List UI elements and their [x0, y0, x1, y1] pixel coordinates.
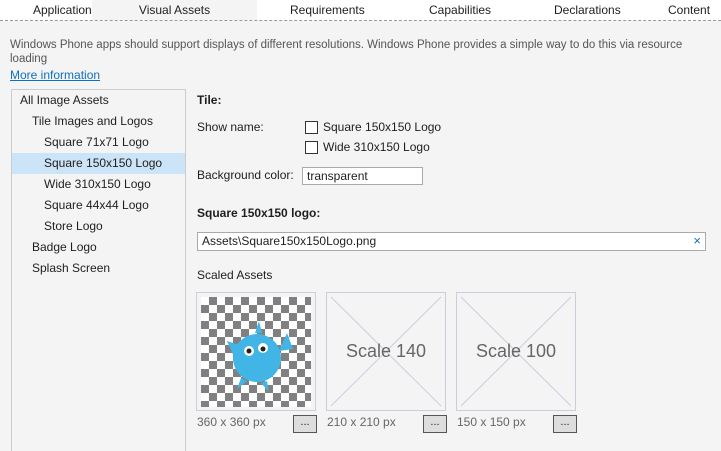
tile-heading: Tile:	[197, 93, 222, 107]
tab-declarations[interactable]: Declarations	[554, 3, 621, 17]
mascot-image	[227, 321, 293, 392]
scale-label: Scale 100	[475, 341, 557, 361]
square150-checkbox-label: Square 150x150 Logo	[323, 120, 442, 134]
asset-size-label: 150 x 150 px	[457, 415, 526, 429]
scaled-assets-heading: Scaled Assets	[197, 268, 273, 282]
asset-size-label: 210 x 210 px	[327, 415, 396, 429]
background-color-label: Background color:	[197, 168, 294, 182]
tree-item-store-logo[interactable]: Store Logo	[12, 216, 185, 237]
tree-item-wide310[interactable]: Wide 310x150 Logo	[12, 174, 185, 195]
asset-thumbnail-scale-240[interactable]	[196, 292, 316, 411]
show-name-label: Show name:	[197, 120, 264, 134]
logo-path-value: Assets\Square150x150Logo.png	[202, 234, 377, 248]
asset-placeholder-scale-100[interactable]: Scale 100	[456, 292, 576, 411]
asset-placeholder-scale-140[interactable]: Scale 140	[326, 292, 446, 411]
tree-item-tile-images[interactable]: Tile Images and Logos	[12, 111, 185, 132]
tab-visual-assets[interactable]: Visual Assets	[92, 0, 257, 20]
tab-requirements[interactable]: Requirements	[290, 3, 365, 17]
asset-size-label: 360 x 360 px	[197, 415, 266, 429]
tree-item-splash-screen[interactable]: Splash Screen	[12, 258, 185, 279]
browse-button[interactable]: ...	[553, 415, 577, 433]
tree-item-square150[interactable]: Square 150x150 Logo	[12, 153, 185, 174]
tab-application[interactable]: Application	[33, 3, 92, 17]
tree-item-square71[interactable]: Square 71x71 Logo	[12, 132, 185, 153]
description: Windows Phone apps should support displa…	[10, 39, 683, 65]
tree-item-all-image-assets[interactable]: All Image Assets	[12, 90, 185, 111]
asset-tree: All Image Assets Tile Images and Logos S…	[11, 89, 186, 451]
logo-path-input[interactable]: Assets\Square150x150Logo.png ×	[197, 232, 706, 251]
scale-label: Scale 140	[345, 341, 427, 361]
wide310-checkbox-label: Wide 310x150 Logo	[323, 140, 430, 154]
clear-icon[interactable]: ×	[693, 233, 701, 249]
tab-content[interactable]: Content	[668, 3, 710, 17]
browse-button[interactable]: ...	[293, 415, 317, 433]
square150-checkbox[interactable]	[305, 121, 318, 134]
tree-item-square44[interactable]: Square 44x44 Logo	[12, 195, 185, 216]
logo-heading: Square 150x150 logo:	[197, 206, 321, 220]
more-information-link[interactable]: More information	[10, 68, 100, 82]
tree-item-badge-logo[interactable]: Badge Logo	[12, 237, 185, 258]
wide310-checkbox[interactable]	[305, 141, 318, 154]
tab-bar: Application Visual Assets Requirements C…	[0, 0, 721, 21]
background-color-input[interactable]: transparent	[302, 167, 423, 185]
tab-capabilities[interactable]: Capabilities	[429, 3, 491, 17]
browse-button[interactable]: ...	[423, 415, 447, 433]
